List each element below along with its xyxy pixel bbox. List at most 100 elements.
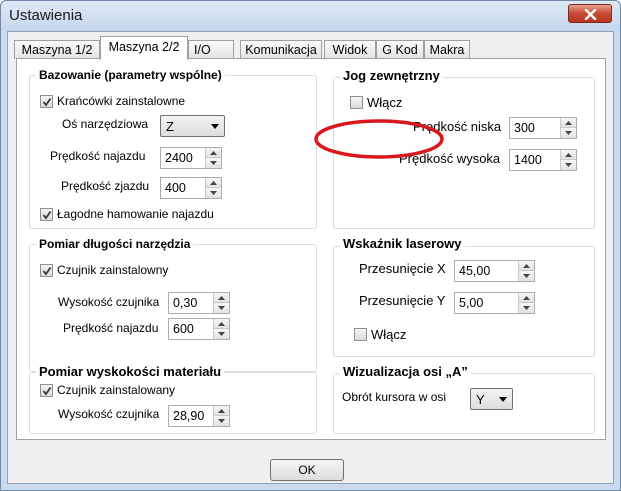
- label-laser-wlacz: Włącz: [371, 327, 407, 342]
- predkosc-najazdu-stepper[interactable]: 2400: [160, 147, 222, 169]
- title-bar: Ustawienia: [1, 1, 620, 31]
- window-title: Ustawienia: [9, 7, 83, 24]
- label-predkosc-zjazdu: Prędkość zjazdu: [61, 179, 150, 193]
- label-wysokosc-czujnika-materialu: Wysokość czujnika: [58, 407, 160, 421]
- tab-g-kod[interactable]: G Kod: [376, 40, 424, 59]
- arrow-up-icon: [523, 264, 530, 268]
- tab-label: Maszyna 1/2: [21, 43, 93, 57]
- predkosc-najazdu-narzedzia-stepper[interactable]: 600: [168, 318, 230, 340]
- tab-maszyna-1[interactable]: Maszyna 1/2: [14, 40, 100, 59]
- tab-maszyna-2[interactable]: Maszyna 2/2: [100, 36, 188, 60]
- arrow-down-icon: [523, 306, 530, 310]
- tab-label: Komunikacja: [245, 43, 317, 57]
- spin-up-button[interactable]: [213, 319, 229, 329]
- spin-up-button[interactable]: [518, 261, 534, 271]
- group-title-laser: Wskaźnik laserowy: [340, 236, 465, 251]
- spin-down-button[interactable]: [205, 188, 221, 198]
- tab-label: Makra: [429, 43, 465, 57]
- group-title-wizualizacja: Wizualizacja osi „A”: [340, 364, 471, 379]
- spin-up-button[interactable]: [560, 150, 576, 160]
- settings-window: Ustawienia Maszyna 1/2 Maszyna 2/2 I/O K…: [0, 0, 621, 491]
- tab-label: Maszyna 2/2: [108, 40, 180, 54]
- label-predkosc-najazdu: Prędkość najazdu: [50, 149, 146, 163]
- chevron-down-icon: [211, 124, 219, 129]
- checkbox-laser-wlacz[interactable]: [354, 328, 367, 341]
- spin-up-button[interactable]: [560, 118, 576, 128]
- arrow-up-icon: [523, 296, 530, 300]
- checkbox-czujnik-materialu[interactable]: [40, 384, 53, 397]
- predkosc-wysoka-value: 1400: [514, 153, 542, 167]
- label-wysokosc-czujnika: Wysokość czujnika: [58, 295, 160, 309]
- arrow-up-icon: [565, 121, 572, 125]
- group-title-pomiar-narzedzia: Pomiar długości narzędzia: [36, 237, 194, 251]
- label-przesuniecie-y: Przesunięcie Y: [359, 293, 446, 308]
- spin-up-button[interactable]: [213, 406, 229, 416]
- arrow-up-icon: [210, 181, 217, 185]
- arrow-up-icon: [218, 409, 225, 413]
- predkosc-zjazdu-value: 400: [165, 181, 186, 195]
- wysokosc-czujnika-stepper[interactable]: 0,30: [168, 292, 230, 314]
- tab-widok[interactable]: Widok: [324, 40, 376, 59]
- arrow-down-icon: [210, 161, 217, 165]
- os-narzedziowa-select[interactable]: Z: [160, 115, 225, 137]
- wysokosc-czujnika-value: 0,30: [173, 296, 198, 310]
- label-obrot-kursora: Obrót kursora w osi: [342, 390, 447, 404]
- spin-up-button[interactable]: [205, 148, 221, 158]
- chevron-down-icon: [499, 397, 507, 402]
- close-button[interactable]: [568, 4, 612, 23]
- predkosc-wysoka-stepper[interactable]: 1400: [509, 149, 577, 171]
- spin-up-button[interactable]: [205, 178, 221, 188]
- arrow-down-icon: [218, 332, 225, 336]
- label-predkosc-najazdu-narzedzia: Prędkość najazdu: [63, 321, 159, 335]
- spin-up-button[interactable]: [518, 293, 534, 303]
- tab-komunikacja[interactable]: Komunikacja: [240, 40, 322, 59]
- checkbox-lagodne-hamowanie[interactable]: [40, 208, 53, 221]
- checkmark-icon: [42, 386, 52, 396]
- predkosc-niska-value: 300: [514, 121, 535, 135]
- tab-label: I/O: [194, 43, 211, 57]
- label-jog-wlacz: Włącz: [367, 95, 403, 110]
- dialog-client-area: Maszyna 1/2 Maszyna 2/2 I/O Komunikacja …: [7, 31, 614, 484]
- przesuniecie-x-stepper[interactable]: 45,00: [454, 260, 535, 282]
- predkosc-najazdu-narzedzia-value: 600: [173, 322, 194, 336]
- ok-label: OK: [298, 463, 316, 477]
- checkmark-icon: [42, 97, 52, 107]
- spin-down-button[interactable]: [560, 160, 576, 170]
- spin-down-button[interactable]: [518, 271, 534, 281]
- tab-makra[interactable]: Makra: [424, 40, 470, 59]
- przesuniecie-y-stepper[interactable]: 5,00: [454, 292, 535, 314]
- spin-down-button[interactable]: [213, 329, 229, 339]
- obrot-kursora-select[interactable]: Y: [470, 388, 513, 410]
- tab-io[interactable]: I/O: [188, 40, 234, 59]
- arrow-up-icon: [218, 322, 225, 326]
- label-czujnik-materialu: Czujnik zainstalowany: [57, 383, 176, 397]
- group-title-pomiar-materialu: Pomiar wyskokości materiału: [36, 364, 225, 379]
- checkbox-krancowki[interactable]: [40, 95, 53, 108]
- arrow-up-icon: [565, 153, 572, 157]
- checkbox-czujnik-narzedzia[interactable]: [40, 264, 53, 277]
- obrot-kursora-value: Y: [476, 392, 485, 407]
- group-title-jog: Jog zewnętrzny: [340, 68, 443, 83]
- checkbox-jog-wlacz[interactable]: [350, 96, 363, 109]
- arrow-down-icon: [565, 131, 572, 135]
- os-narzedziowa-value: Z: [166, 119, 174, 134]
- wysokosc-czujnika-materialu-stepper[interactable]: 28,90: [168, 405, 230, 427]
- arrow-down-icon: [523, 274, 530, 278]
- predkosc-niska-stepper[interactable]: 300: [509, 117, 577, 139]
- predkosc-zjazdu-stepper[interactable]: 400: [160, 177, 222, 199]
- spin-down-button[interactable]: [213, 303, 229, 313]
- group-title-bazowanie: Bazowanie (parametry wspólne): [36, 68, 225, 82]
- label-krancowki: Krańcówki zainstalowne: [57, 94, 186, 108]
- label-os-narzedziowa: Oś narzędziowa: [62, 117, 149, 131]
- arrow-down-icon: [565, 163, 572, 167]
- spin-down-button[interactable]: [560, 128, 576, 138]
- spin-up-button[interactable]: [213, 293, 229, 303]
- close-icon: [584, 9, 597, 20]
- label-lagodne-hamowanie: Łagodne hamowanie najazdu: [57, 207, 214, 221]
- spin-down-button[interactable]: [205, 158, 221, 168]
- przesuniecie-y-value: 5,00: [459, 296, 484, 310]
- ok-button[interactable]: OK: [270, 459, 344, 481]
- spin-down-button[interactable]: [518, 303, 534, 313]
- predkosc-najazdu-value: 2400: [165, 151, 193, 165]
- spin-down-button[interactable]: [213, 416, 229, 426]
